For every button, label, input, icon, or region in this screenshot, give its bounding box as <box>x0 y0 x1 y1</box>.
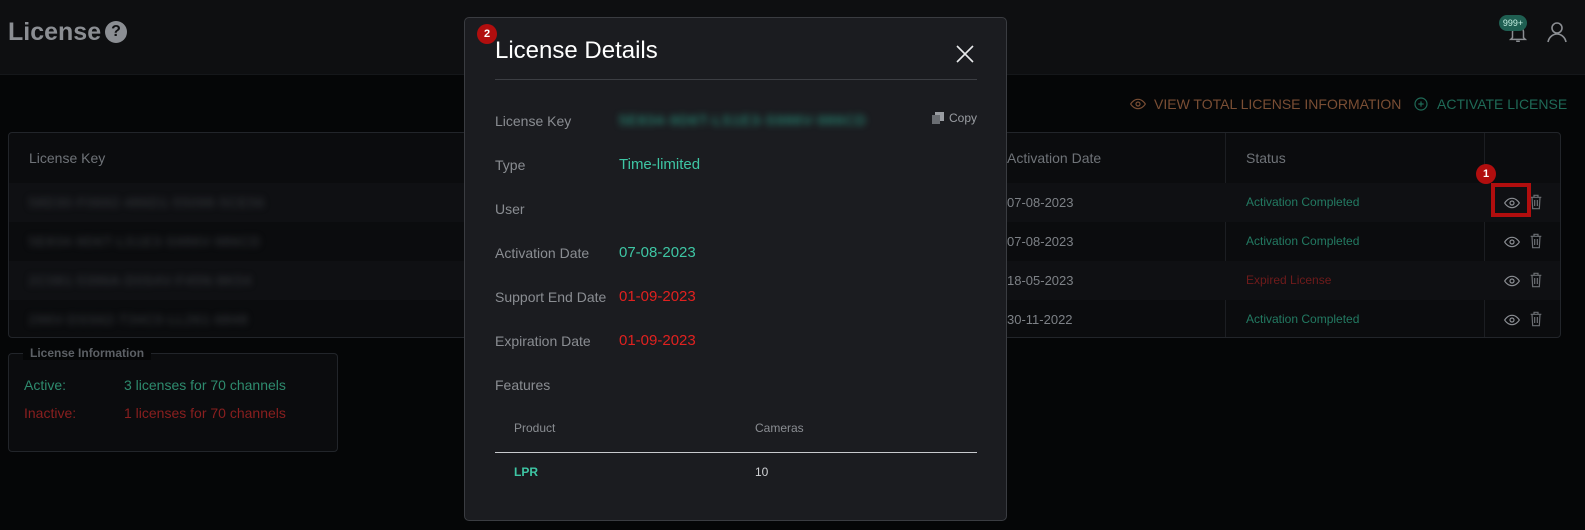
step-marker-1: 1 <box>1476 164 1496 184</box>
license-information-panel: License Information Active: 3 licenses f… <box>8 346 338 452</box>
activation-date-cell: 07-08-2023 <box>1007 195 1074 210</box>
user-icon[interactable] <box>1545 20 1569 44</box>
step-marker-2: 2 <box>477 24 497 44</box>
license-key-value: 5E834-9D6T-LS1E3-S986V-986CD <box>619 112 867 128</box>
view-total-license-button[interactable]: VIEW TOTAL LICENSE INFORMATION <box>1130 94 1401 114</box>
inactive-label: Inactive: <box>24 405 77 421</box>
trash-icon[interactable] <box>1529 233 1543 249</box>
modal-divider <box>495 79 977 80</box>
trash-icon[interactable] <box>1529 272 1543 288</box>
column-license-key: License Key <box>29 150 106 166</box>
view-eye-icon[interactable] <box>1504 312 1520 328</box>
cameras-cell: 10 <box>755 465 769 479</box>
license-key-cell: 58D30-F0692-486D1-55098-5CE56 <box>29 195 265 210</box>
view-eye-icon[interactable] <box>1504 234 1520 250</box>
license-information-legend: License Information <box>23 346 152 360</box>
page-title: License <box>8 18 102 46</box>
activation-date-value: 07-08-2023 <box>619 244 696 261</box>
license-key-cell: 2C081-5396A-D0S4V-F45N-8K54 <box>29 273 252 288</box>
copy-button[interactable]: Copy <box>932 111 977 125</box>
activate-license-label: ACTIVATE LICENSE <box>1437 96 1568 112</box>
expiration-date-label: Expiration Date <box>495 333 591 349</box>
product-column-header: Product <box>514 421 556 435</box>
column-activation-date: Activation Date <box>1007 150 1102 166</box>
status-cell: Activation Completed <box>1246 195 1360 209</box>
license-key-label: License Key <box>495 113 572 129</box>
active-value: 3 licenses for 70 channels <box>124 377 286 393</box>
support-end-date-label: Support End Date <box>495 289 607 305</box>
product-cell: LPR <box>514 465 538 479</box>
modal-title: License Details <box>495 37 658 64</box>
activate-license-button[interactable]: ACTIVATE LICENSE <box>1413 94 1567 114</box>
license-details-modal: License Details License Key 5E834-9D6T-L… <box>464 17 1007 521</box>
support-end-date-value: 01-09-2023 <box>619 288 696 305</box>
trash-icon[interactable] <box>1529 194 1543 210</box>
features-label: Features <box>495 377 551 393</box>
status-cell: Activation Completed <box>1246 234 1360 248</box>
help-icon[interactable]: ? <box>105 21 127 43</box>
eye-icon <box>1130 98 1146 110</box>
features-table-header: Product Cameras <box>495 421 977 453</box>
license-key-cell: 296V-DSS62-T34C0-LL261-6848 <box>29 312 249 327</box>
cameras-column-header: Cameras <box>755 421 804 435</box>
view-eye-icon[interactable] <box>1504 273 1520 289</box>
activation-date-cell: 30-11-2022 <box>1007 312 1073 327</box>
plus-circle-icon <box>1414 97 1428 111</box>
status-cell: Activation Completed <box>1246 312 1360 326</box>
copy-icon <box>932 112 944 124</box>
active-label: Active: <box>24 377 67 393</box>
column-status: Status <box>1246 150 1286 166</box>
view-total-label: VIEW TOTAL LICENSE INFORMATION <box>1154 96 1402 112</box>
type-label: Type <box>495 157 526 173</box>
activation-date-label: Activation Date <box>495 245 590 261</box>
activation-date-cell: 07-08-2023 <box>1007 234 1074 249</box>
trash-icon[interactable] <box>1529 311 1543 327</box>
type-value: Time-limited <box>619 156 701 173</box>
close-icon[interactable] <box>956 45 974 63</box>
activation-date-cell: 18-05-2023 <box>1007 273 1074 288</box>
expiration-date-value: 01-09-2023 <box>619 332 696 349</box>
status-cell: Expired License <box>1246 273 1332 287</box>
highlight-box <box>1491 183 1531 217</box>
inactive-value: 1 licenses for 70 channels <box>124 405 286 421</box>
notification-badge: 999+ <box>1499 15 1527 31</box>
user-label: User <box>495 201 525 217</box>
copy-label: Copy <box>949 111 978 125</box>
license-key-cell: 5E834-9D6T-LS1E3-S986V-986CD <box>29 234 261 249</box>
